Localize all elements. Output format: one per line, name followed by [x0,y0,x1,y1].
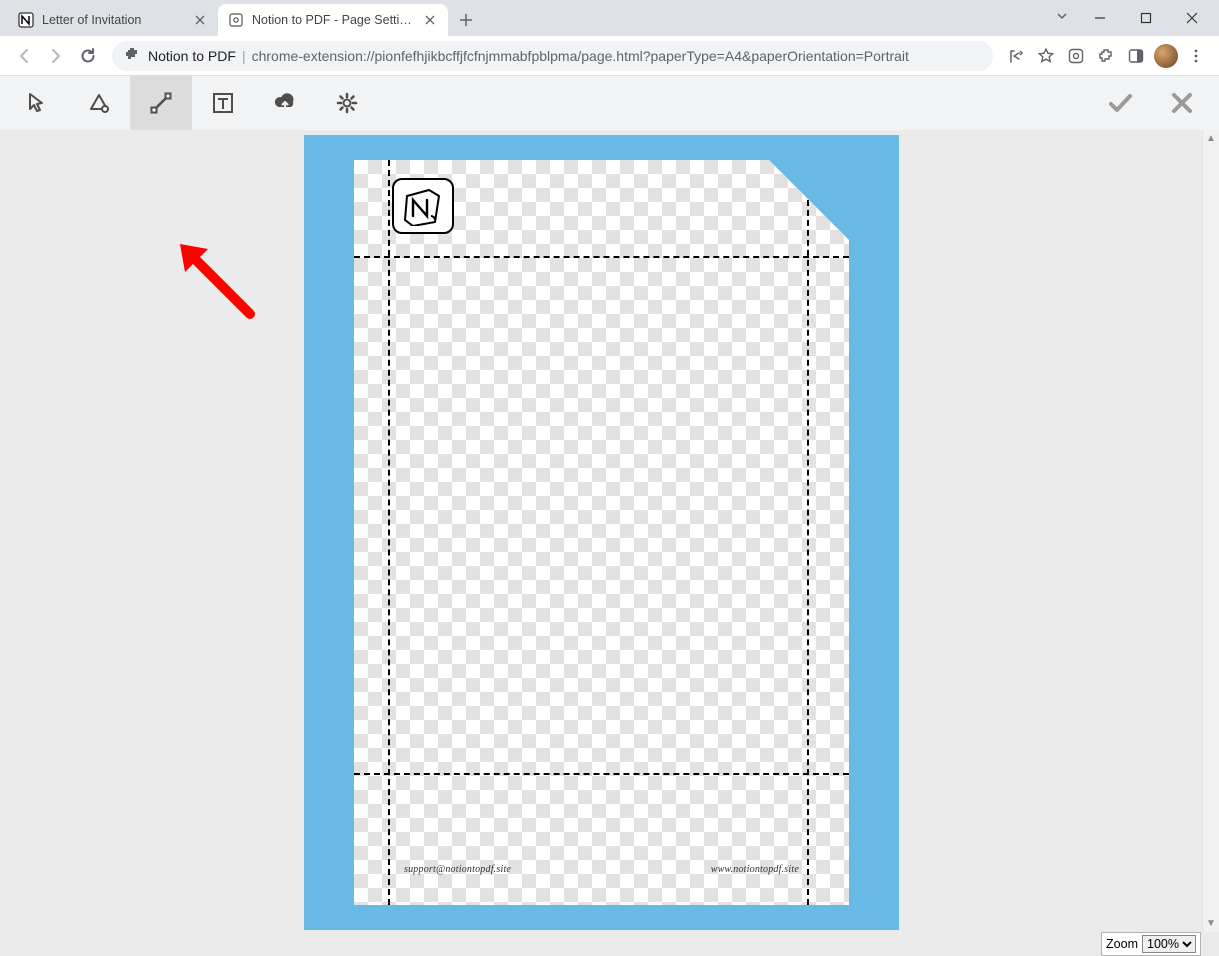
nav-reload-button[interactable] [72,40,104,72]
margin-guide-right[interactable] [807,160,809,905]
profile-avatar[interactable] [1151,41,1181,71]
extension-app-icon[interactable] [1061,41,1091,71]
window-close-button[interactable] [1169,3,1215,33]
scroll-up-icon[interactable]: ▲ [1203,130,1219,147]
new-tab-button[interactable] [452,6,480,34]
tool-cloud-upload[interactable] [254,76,316,130]
tool-confirm-check[interactable] [1089,76,1151,130]
share-icon[interactable] [1001,41,1031,71]
extension-icon [124,46,140,65]
scroll-down-icon[interactable]: ▼ [1203,915,1219,932]
margin-guide-left[interactable] [388,160,390,905]
tool-line[interactable] [130,76,192,130]
page-preview[interactable]: support@notiontopdf.site www.notiontopdf… [354,160,849,905]
tab-title: Letter of Invitation [42,13,186,27]
tool-cancel-x[interactable] [1151,76,1213,130]
canvas-area: support@notiontopdf.site www.notiontopdf… [0,130,1219,956]
browser-tab-notion[interactable]: Letter of Invitation [8,4,218,36]
tool-settings-gear[interactable] [316,76,378,130]
extension-favicon [228,12,244,28]
page-footer-left: support@notiontopdf.site [404,864,511,875]
browser-tabs: Letter of Invitation Notion to PDF - Pag… [0,0,1055,36]
sidepanel-icon[interactable] [1121,41,1151,71]
chevron-down-icon[interactable] [1055,9,1069,28]
avatar-icon [1154,44,1178,68]
tool-shape-triangle[interactable] [68,76,130,130]
annotation-arrow [170,234,260,324]
page-preview-frame: support@notiontopdf.site www.notiontopdf… [304,135,899,930]
page-footer-right: www.notiontopdf.site [711,864,799,875]
zoom-select[interactable]: 100% [1142,935,1196,953]
kebab-menu-icon[interactable] [1181,41,1211,71]
zoom-label: Zoom [1106,937,1138,951]
margin-guide-top[interactable] [354,256,849,258]
extensions-puzzle-icon[interactable] [1091,41,1121,71]
browser-titlebar: Letter of Invitation Notion to PDF - Pag… [0,0,1219,36]
toolbar-right-icons [1001,41,1211,71]
tab-title: Notion to PDF - Page Settings [252,13,416,27]
vertical-scrollbar[interactable]: ▲ ▼ [1202,130,1219,932]
close-icon[interactable] [422,12,438,28]
app-toolbar [0,76,1219,130]
tool-text[interactable] [192,76,254,130]
window-controls [1055,0,1219,36]
extension-name-label: Notion to PDF [148,48,236,64]
bookmark-star-icon[interactable] [1031,41,1061,71]
url-text: chrome-extension://pionfefhjikbcffjfcfnj… [252,48,909,64]
notion-favicon [18,12,34,28]
browser-tab-extension[interactable]: Notion to PDF - Page Settings [218,4,448,36]
close-icon[interactable] [192,12,208,28]
tool-select-arrow[interactable] [6,76,68,130]
browser-toolbar: Notion to PDF | chrome-extension://pionf… [0,36,1219,76]
margin-guide-bottom[interactable] [354,773,849,775]
nav-back-button[interactable] [8,40,40,72]
zoom-control: Zoom 100% [1101,932,1201,956]
page-logo[interactable] [392,178,454,234]
nav-forward-button[interactable] [40,40,72,72]
window-minimize-button[interactable] [1077,3,1123,33]
window-maximize-button[interactable] [1123,3,1169,33]
address-bar[interactable]: Notion to PDF | chrome-extension://pionf… [112,41,993,71]
url-separator: | [242,48,246,64]
